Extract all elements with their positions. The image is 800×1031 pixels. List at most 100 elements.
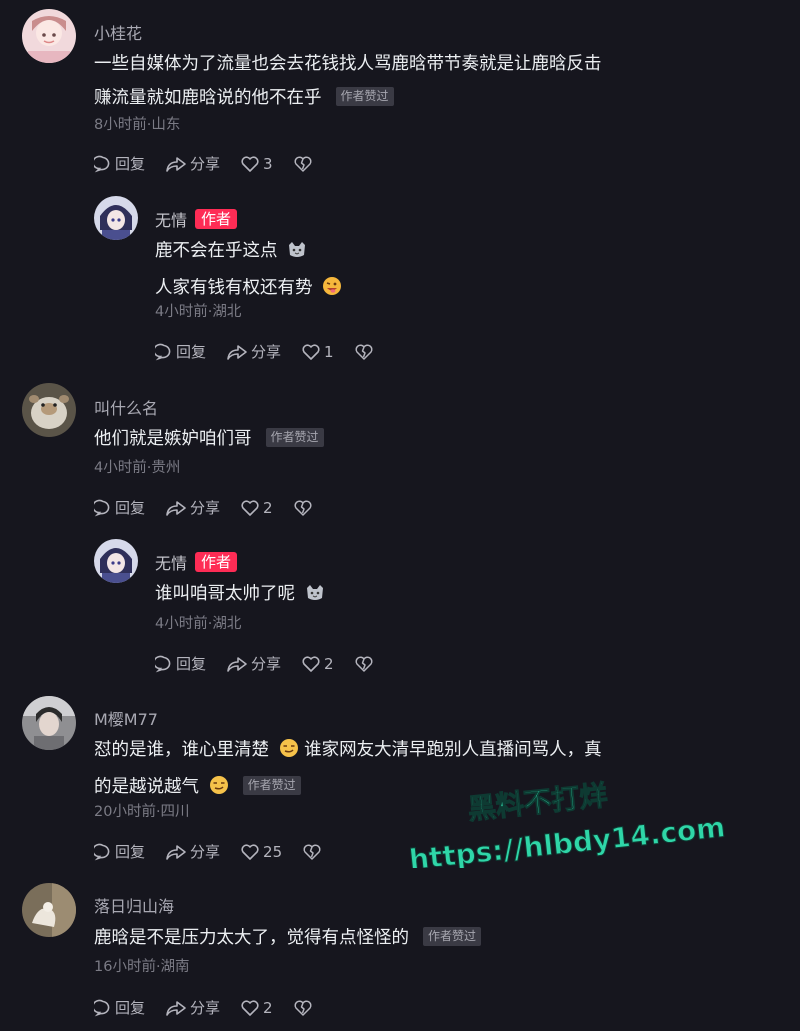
time-location: 20小时前·四川 (94, 804, 190, 820)
share-icon (166, 156, 186, 172)
heart-icon (241, 155, 259, 172)
comment-line: 赚流量就如鹿晗说的他不在乎 (94, 88, 322, 108)
time-location: 4小时前·贵州 (94, 460, 181, 476)
comment-item: 小桂花 一些自媒体为了流量也会去花钱找人骂鹿晗带节奏就是让鹿晗反击 赚流量就如鹿… (0, 0, 800, 190)
comment-item: 叫什么名 他们就是嫉妒咱们哥 作者赞过 4小时前·贵州 回复 分享 2 (0, 370, 800, 535)
avatar[interactable] (94, 539, 138, 583)
heart-icon (241, 843, 259, 860)
username[interactable]: 无情 作者 (155, 550, 238, 574)
time-location: 4小时前·湖北 (155, 616, 242, 632)
reply-button[interactable]: 回复 (94, 153, 145, 174)
tongue-wink-emoji-icon (322, 274, 342, 308)
avatar[interactable] (22, 696, 76, 750)
reply-item: 无情 作者 谁叫咱哥太帅了呢 4小时前·湖北 回复 分享 2 (0, 535, 800, 685)
comment-text: 鹿不会在乎这点 人家有钱有权还有势 (155, 234, 342, 308)
reply-icon (94, 999, 110, 1016)
reply-button[interactable]: 回复 (94, 841, 145, 862)
comment-line: 鹿不会在乎这点 (155, 241, 278, 261)
reply-label: 回复 (115, 999, 146, 1017)
avatar[interactable] (22, 9, 76, 63)
cat-face-icon (305, 580, 325, 614)
share-button[interactable]: 分享 (165, 841, 220, 862)
author-liked-badge: 作者赞过 (242, 776, 301, 795)
time-location: 16小时前·湖南 (94, 959, 190, 975)
comment-text: 一些自媒体为了流量也会去花钱找人骂鹿晗带节奏就是让鹿晗反击 赚流量就如鹿晗说的他… (94, 47, 602, 115)
comment-text: 谁叫咱哥太帅了呢 (155, 577, 325, 614)
like-button[interactable]: 3 (240, 155, 273, 173)
share-icon (166, 500, 186, 516)
like-button[interactable]: 2 (301, 655, 334, 673)
broken-heart-icon (294, 1000, 312, 1016)
share-button[interactable]: 分享 (165, 497, 220, 518)
like-count: 2 (324, 654, 334, 673)
share-icon (227, 344, 247, 360)
reply-label: 回复 (176, 343, 207, 361)
reply-label: 回复 (115, 155, 146, 173)
comment-actions: 回复 分享 2 (155, 653, 397, 674)
reply-button[interactable]: 回复 (155, 653, 206, 674)
share-label: 分享 (190, 155, 221, 173)
broken-heart-icon (355, 344, 373, 360)
dislike-button[interactable] (302, 843, 325, 861)
author-liked-badge: 作者赞过 (423, 927, 482, 946)
reply-icon (94, 499, 110, 516)
author-liked-badge: 作者赞过 (335, 87, 394, 106)
share-button[interactable]: 分享 (226, 341, 281, 362)
username[interactable]: 无情 作者 (155, 207, 238, 231)
like-count: 25 (263, 842, 283, 861)
comment-actions: 回复 分享 2 (94, 497, 336, 518)
dislike-button[interactable] (354, 655, 377, 673)
avatar[interactable] (22, 383, 76, 437)
broken-heart-icon (294, 156, 312, 172)
username[interactable]: 叫什么名 (94, 395, 158, 419)
share-button[interactable]: 分享 (165, 153, 220, 174)
heart-icon (241, 499, 259, 516)
like-button[interactable]: 25 (240, 843, 282, 861)
reply-icon (155, 343, 171, 360)
share-label: 分享 (190, 999, 221, 1017)
reply-label: 回复 (115, 843, 146, 861)
reply-icon (155, 655, 171, 672)
reply-button[interactable]: 回复 (94, 997, 145, 1018)
heart-icon (302, 655, 320, 672)
comment-line: 他们就是嫉妒咱们哥 (94, 429, 252, 449)
author-badge: 作者 (195, 552, 238, 572)
heart-icon (302, 343, 320, 360)
like-count: 3 (263, 154, 273, 173)
avatar[interactable] (22, 883, 76, 937)
dislike-button[interactable] (293, 999, 316, 1017)
reply-label: 回复 (176, 655, 207, 673)
share-button[interactable]: 分享 (165, 997, 220, 1018)
watermark-line2: https://hlbdy14.com (410, 810, 727, 868)
dislike-button[interactable] (293, 155, 316, 173)
like-button[interactable]: 1 (301, 343, 334, 361)
share-icon (227, 656, 247, 672)
like-count: 2 (263, 498, 273, 517)
author-liked-badge: 作者赞过 (265, 428, 324, 447)
username[interactable]: 落日归山海 (94, 893, 174, 917)
share-button[interactable]: 分享 (226, 653, 281, 674)
time-location: 8小时前·山东 (94, 117, 181, 133)
reply-label: 回复 (115, 499, 146, 517)
comment-item: 落日归山海 鹿晗是不是压力太大了，觉得有点怪怪的 作者赞过 16小时前·湖南 回复… (0, 875, 800, 1031)
watermark-line1: 黑料不打烊 (466, 779, 609, 826)
comment-actions: 回复 分享 3 (94, 153, 336, 174)
broken-heart-icon (294, 500, 312, 516)
avatar[interactable] (94, 196, 138, 240)
username[interactable]: M樱M77 (94, 706, 158, 730)
like-button[interactable]: 2 (240, 499, 273, 517)
comment-line: 鹿晗是不是压力太大了，觉得有点怪怪的 (94, 928, 409, 948)
share-label: 分享 (190, 843, 221, 861)
author-badge: 作者 (195, 209, 238, 229)
username[interactable]: 小桂花 (94, 20, 142, 44)
dislike-button[interactable] (293, 499, 316, 517)
comment-text: 他们就是嫉妒咱们哥 作者赞过 (94, 422, 324, 456)
reply-button[interactable]: 回复 (155, 341, 206, 362)
comment-line: 谁家网友大清早跑别人直播间骂人，真 (304, 740, 602, 760)
like-count: 1 (324, 342, 334, 361)
like-button[interactable]: 2 (240, 999, 273, 1017)
like-count: 2 (263, 998, 273, 1017)
reply-button[interactable]: 回复 (94, 497, 145, 518)
watermark: 黑料不打烊 https://hlbdy14.com (410, 778, 727, 868)
dislike-button[interactable] (354, 343, 377, 361)
